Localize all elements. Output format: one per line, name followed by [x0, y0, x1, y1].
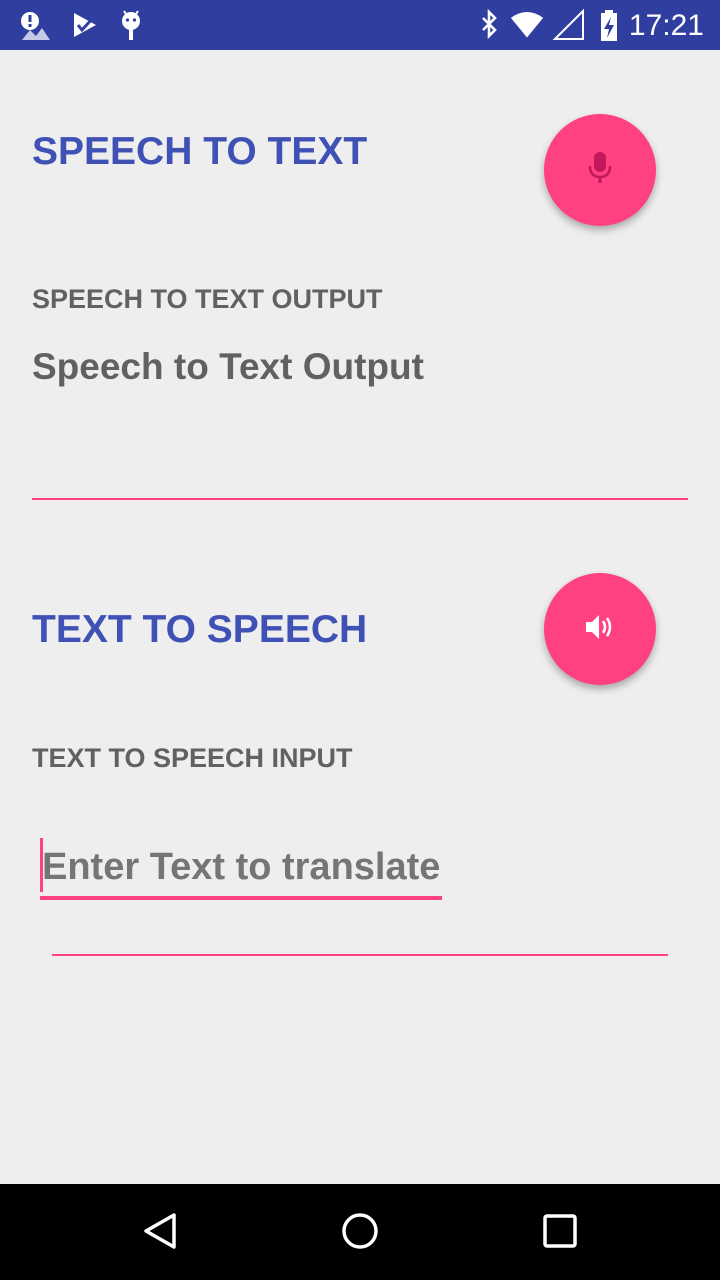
tts-input-label: TEXT TO SPEECH INPUT: [32, 743, 353, 773]
battery-charging-icon: [592, 8, 626, 42]
recents-button[interactable]: [535, 1208, 585, 1258]
tts-input-container: [40, 838, 442, 900]
wifi-icon: [510, 8, 544, 42]
speak-button[interactable]: [544, 573, 656, 685]
home-button[interactable]: [335, 1208, 385, 1258]
microphone-button[interactable]: [544, 114, 656, 226]
android-icon: [114, 8, 148, 42]
text-cursor: [40, 838, 43, 892]
tts-input-underline: [40, 896, 442, 900]
speaker-icon: [582, 609, 618, 650]
signal-icon: [552, 8, 586, 42]
speech-output-underline: [32, 498, 688, 500]
speech-output-text: Speech to Text Output: [32, 346, 424, 387]
check-icon: [68, 8, 102, 42]
recents-icon: [540, 1211, 580, 1256]
microphone-icon: [586, 150, 614, 191]
home-icon: [340, 1211, 380, 1256]
alert-icon: [18, 8, 52, 42]
speech-to-text-title: SPEECH TO TEXT: [32, 130, 368, 173]
status-bar: 17:21: [0, 0, 720, 50]
back-button[interactable]: [135, 1208, 185, 1258]
tts-section-divider: [52, 954, 668, 956]
text-to-speech-title: TEXT TO SPEECH: [32, 608, 368, 651]
navigation-bar: [0, 1184, 720, 1280]
speech-output-label: SPEECH TO TEXT OUTPUT: [32, 284, 383, 314]
bluetooth-icon: [472, 8, 506, 42]
tts-text-input[interactable]: [40, 838, 442, 896]
back-icon: [140, 1211, 180, 1256]
main-content: SPEECH TO TEXT SPEECH TO TEXT OUTPUT Spe…: [0, 50, 720, 1184]
clock-text: 17:21: [628, 9, 704, 42]
